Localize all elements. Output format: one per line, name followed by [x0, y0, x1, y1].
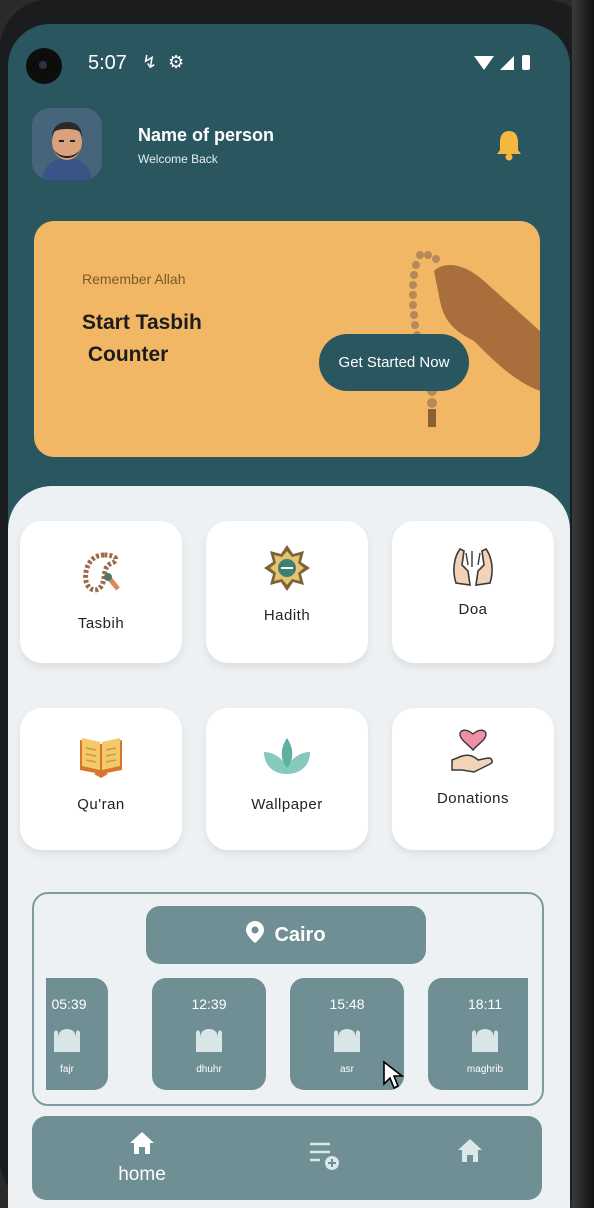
prayer-time: 12:39 [191, 996, 227, 1012]
app-screen: 5:07 ↯ ⚙ Name of person Welcome Back Rem… [8, 24, 570, 1208]
donations-label: Donations [436, 790, 510, 807]
signal-battery-icon [474, 55, 530, 70]
hadith-label: Hadith [263, 607, 311, 624]
open-book-icon [80, 738, 122, 778]
tasbih-label: Tasbih [77, 615, 125, 632]
bottom-nav: home [32, 1116, 542, 1200]
islamic-star-icon [264, 545, 310, 591]
tasbih-card[interactable]: Tasbih [20, 521, 182, 663]
wallpaper-label: Wallpaper [251, 796, 323, 813]
profile-header: Name of person Welcome Back [8, 108, 570, 188]
prayer-tile-maghrib[interactable]: 18:11 maghrib [428, 978, 528, 1090]
donations-card[interactable]: Donations [392, 708, 554, 850]
banner-title: Start Tasbih Counter [82, 311, 202, 366]
praying-hands-icon [453, 547, 493, 586]
status-bar: 5:07 ↯ ⚙ [8, 24, 570, 104]
user-name: Name of person [138, 125, 275, 145]
tasbih-banner[interactable]: Remember Allah Start Tasbih Counter Get … [34, 221, 540, 457]
bell-icon[interactable] [494, 128, 524, 162]
home-icon [130, 1132, 154, 1154]
playlist-add-icon[interactable] [308, 1138, 342, 1172]
prayer-time: 15:48 [329, 996, 365, 1012]
hadith-card[interactable]: Hadith [206, 521, 368, 663]
wallpaper-card[interactable]: Wallpaper [206, 708, 368, 850]
doa-card[interactable]: Doa [392, 521, 554, 663]
doa-label: Doa [458, 601, 488, 618]
mosque-icon [472, 1029, 498, 1052]
mouse-cursor-icon [383, 1060, 404, 1090]
prayer-times-panel: Cairo 05:39 fajr 12:39 dhuhr 15:48 asr 1… [32, 892, 544, 1106]
prayer-beads-icon [83, 552, 120, 593]
mosque-icon [54, 1029, 80, 1052]
prayer-tile-dhuhr[interactable]: 12:39 dhuhr [152, 978, 266, 1090]
prayer-name: maghrib [466, 1064, 504, 1075]
mosque-icon [334, 1029, 360, 1052]
location-button[interactable]: Cairo [146, 906, 426, 964]
nav-home-label: home [118, 1164, 166, 1185]
prayer-time: 18:11 [468, 996, 502, 1012]
lotus-icon [264, 738, 310, 774]
get-started-button[interactable]: Get Started Now [319, 334, 469, 391]
welcome-text: Welcome Back [138, 152, 218, 166]
quran-label: Qu'ran [77, 796, 125, 813]
settings-status-icon: ⚙ [168, 52, 185, 72]
prayer-name: dhuhr [196, 1064, 222, 1075]
nav-home[interactable]: home [112, 1130, 172, 1185]
avatar-illustration [32, 108, 102, 180]
city-name: Cairo [274, 923, 326, 946]
camera-cutout [26, 48, 62, 84]
house-icon[interactable] [456, 1136, 484, 1164]
phone-edge [572, 0, 594, 1208]
status-time: 5:07 [88, 52, 127, 74]
notification-icon: ↯ [142, 52, 158, 72]
banner-eyebrow: Remember Allah [82, 271, 186, 287]
avatar[interactable] [32, 108, 102, 180]
heart-hand-icon [451, 729, 493, 773]
location-pin-icon [246, 921, 265, 949]
quran-card[interactable]: Qu'ran [20, 708, 182, 850]
mosque-icon [196, 1029, 222, 1052]
